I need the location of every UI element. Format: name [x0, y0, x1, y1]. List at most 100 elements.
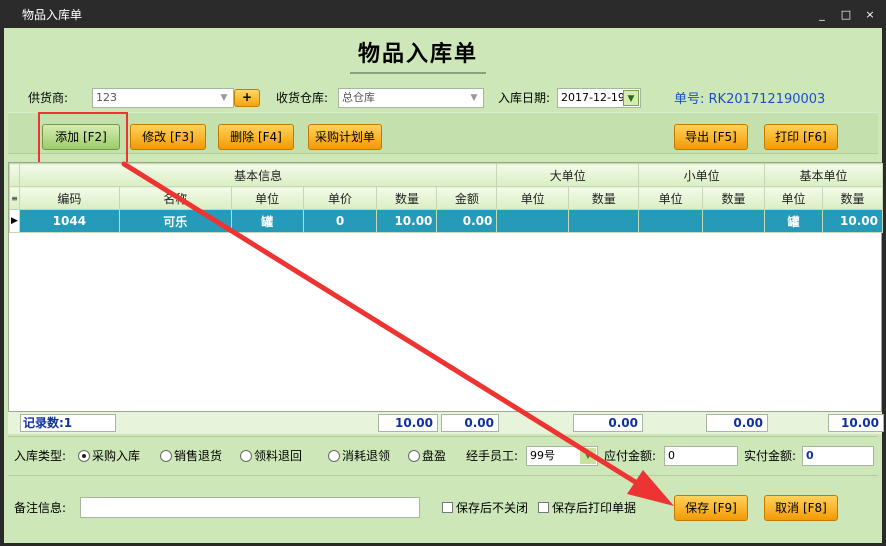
radio-label: 采购入库	[92, 449, 141, 463]
radio-dot-icon[interactable]	[160, 450, 172, 462]
page-title: 物品入库单	[350, 40, 486, 74]
operator-select[interactable]: 99号 ▼	[526, 446, 598, 466]
order-number: 单号: RK201712190003	[674, 92, 826, 107]
column-header-unit[interactable]: 单位	[230, 186, 304, 210]
column-header-name[interactable]: 名称	[118, 186, 232, 210]
items-grid[interactable]: 基本信息 大单位 小单位 基本单位 ≡ 编码 名称 单位 单价 数量 金额 单位…	[8, 162, 884, 434]
cancel-button[interactable]: 取消 [F8]	[764, 495, 838, 521]
date-label: 入库日期:	[498, 91, 551, 105]
column-header-big-qty[interactable]: 数量	[568, 186, 640, 210]
operator-label: 经手员工:	[466, 449, 519, 463]
supplier-select[interactable]: 123 ▼	[92, 88, 234, 108]
delete-button[interactable]: 删除 [F4]	[218, 124, 294, 150]
radio-material-return[interactable]: 领料退回	[240, 447, 302, 465]
radio-dot-icon[interactable]	[78, 450, 90, 462]
cell-base-qty[interactable]: 10.00	[821, 209, 884, 233]
group-header-basic: 基本信息	[18, 163, 498, 187]
stock-in-type-label: 入库类型:	[14, 449, 67, 463]
total-base-qty: 10.00	[828, 414, 884, 432]
total-small-qty: 0.00	[706, 414, 768, 432]
radio-dot-icon[interactable]	[240, 450, 252, 462]
maximize-icon[interactable]: □	[840, 8, 852, 21]
payable-label: 应付金额:	[604, 449, 657, 463]
column-header-base-qty[interactable]: 数量	[821, 186, 884, 210]
note-input[interactable]	[80, 497, 420, 518]
export-button[interactable]: 导出 [F5]	[674, 124, 748, 150]
radio-consumption-return[interactable]: 消耗退领	[328, 447, 390, 465]
note-label: 备注信息:	[14, 501, 67, 515]
keep-open-checkbox[interactable]: 保存后不关闭	[442, 499, 528, 516]
edit-button[interactable]: 修改 [F3]	[130, 124, 206, 150]
cell-code[interactable]: 1044	[18, 209, 120, 233]
radio-label: 销售退货	[174, 449, 223, 463]
total-qty: 10.00	[378, 414, 438, 432]
divider	[8, 475, 878, 476]
paid-label: 实付金额:	[744, 449, 797, 463]
cell-small-qty[interactable]	[702, 209, 766, 233]
record-count: 记录数:1	[20, 414, 116, 432]
warehouse-label: 收货仓库:	[276, 91, 329, 105]
cell-big-qty[interactable]	[568, 209, 640, 233]
column-header-big-unit[interactable]: 单位	[496, 186, 570, 210]
print-button[interactable]: 打印 [F6]	[764, 124, 838, 150]
total-big-qty: 0.00	[573, 414, 643, 432]
radio-label: 消耗退领	[342, 449, 391, 463]
radio-label: 盘盈	[422, 449, 447, 463]
annotation-highlight-box	[38, 112, 128, 164]
grid-footer: 记录数:1 10.00 0.00 0.00 0.00 10.00	[8, 411, 884, 434]
cell-small-unit[interactable]	[638, 209, 704, 233]
column-header-price[interactable]: 单价	[302, 186, 378, 210]
date-value: 2017-12-19	[561, 91, 625, 104]
cell-big-unit[interactable]	[496, 209, 570, 233]
total-amount: 0.00	[441, 414, 499, 432]
radio-dot-icon[interactable]	[408, 450, 420, 462]
purchase-plan-button[interactable]: 采购计划单	[308, 124, 382, 150]
window-titlebar: 物品入库单 _ □ ×	[0, 0, 886, 28]
add-supplier-button[interactable]: +	[234, 89, 260, 107]
cell-qty[interactable]: 10.00	[376, 209, 438, 233]
column-header-code[interactable]: 编码	[18, 186, 120, 210]
table-row[interactable]: ▶ 1044 可乐 罐 0 10.00 0.00 罐 10.00	[9, 209, 884, 233]
group-header-base-unit: 基本单位	[764, 163, 883, 187]
supplier-value: 123	[96, 91, 117, 104]
calendar-dropdown-icon[interactable]: ▼	[623, 90, 639, 106]
close-icon[interactable]: ×	[864, 8, 876, 21]
supplier-label: 供货商:	[28, 91, 69, 105]
radio-purchase-in[interactable]: 采购入库	[78, 447, 140, 465]
chevron-down-icon[interactable]: ▼	[216, 90, 232, 106]
radio-inventory-gain[interactable]: 盘盈	[408, 447, 446, 465]
save-button[interactable]: 保存 [F9]	[674, 495, 748, 521]
cell-unit[interactable]: 罐	[230, 209, 304, 233]
paid-input[interactable]: 0	[802, 446, 874, 466]
checkbox-icon[interactable]	[442, 502, 453, 513]
chevron-down-icon[interactable]: ▼	[466, 90, 482, 106]
column-header-base-unit[interactable]: 单位	[764, 186, 823, 210]
column-header-qty[interactable]: 数量	[376, 186, 438, 210]
row-selector-icon: ≡	[9, 186, 20, 210]
operator-value: 99号	[530, 449, 555, 462]
divider	[8, 436, 878, 437]
radio-sales-return[interactable]: 销售退货	[160, 447, 222, 465]
date-picker[interactable]: 2017-12-19 ▼	[557, 88, 641, 108]
column-header-small-qty[interactable]: 数量	[702, 186, 766, 210]
cell-price[interactable]: 0	[302, 209, 378, 233]
chevron-down-icon[interactable]: ▼	[580, 448, 596, 464]
cell-name[interactable]: 可乐	[118, 209, 232, 233]
warehouse-value: 总仓库	[342, 91, 375, 104]
checkbox-icon[interactable]	[538, 502, 549, 513]
group-header-small-unit: 小单位	[638, 163, 766, 187]
radio-dot-icon[interactable]	[328, 450, 340, 462]
column-header-small-unit[interactable]: 单位	[638, 186, 704, 210]
print-after-save-label: 保存后打印单据	[552, 501, 637, 515]
radio-label: 领料退回	[254, 449, 303, 463]
payable-input[interactable]: 0	[664, 446, 738, 466]
form-panel: 物品入库单 供货商: 123 ▼ + 收货仓库: 总仓库 ▼ 入库日期: 201…	[4, 28, 884, 543]
cell-base-unit[interactable]: 罐	[764, 209, 823, 233]
minimize-icon[interactable]: _	[816, 8, 828, 21]
window-title: 物品入库单	[22, 7, 83, 22]
warehouse-select[interactable]: 总仓库 ▼	[338, 88, 484, 108]
grid-corner	[9, 163, 20, 187]
column-header-amount[interactable]: 金额	[436, 186, 498, 210]
print-after-save-checkbox[interactable]: 保存后打印单据	[538, 499, 636, 516]
cell-amount[interactable]: 0.00	[436, 209, 498, 233]
